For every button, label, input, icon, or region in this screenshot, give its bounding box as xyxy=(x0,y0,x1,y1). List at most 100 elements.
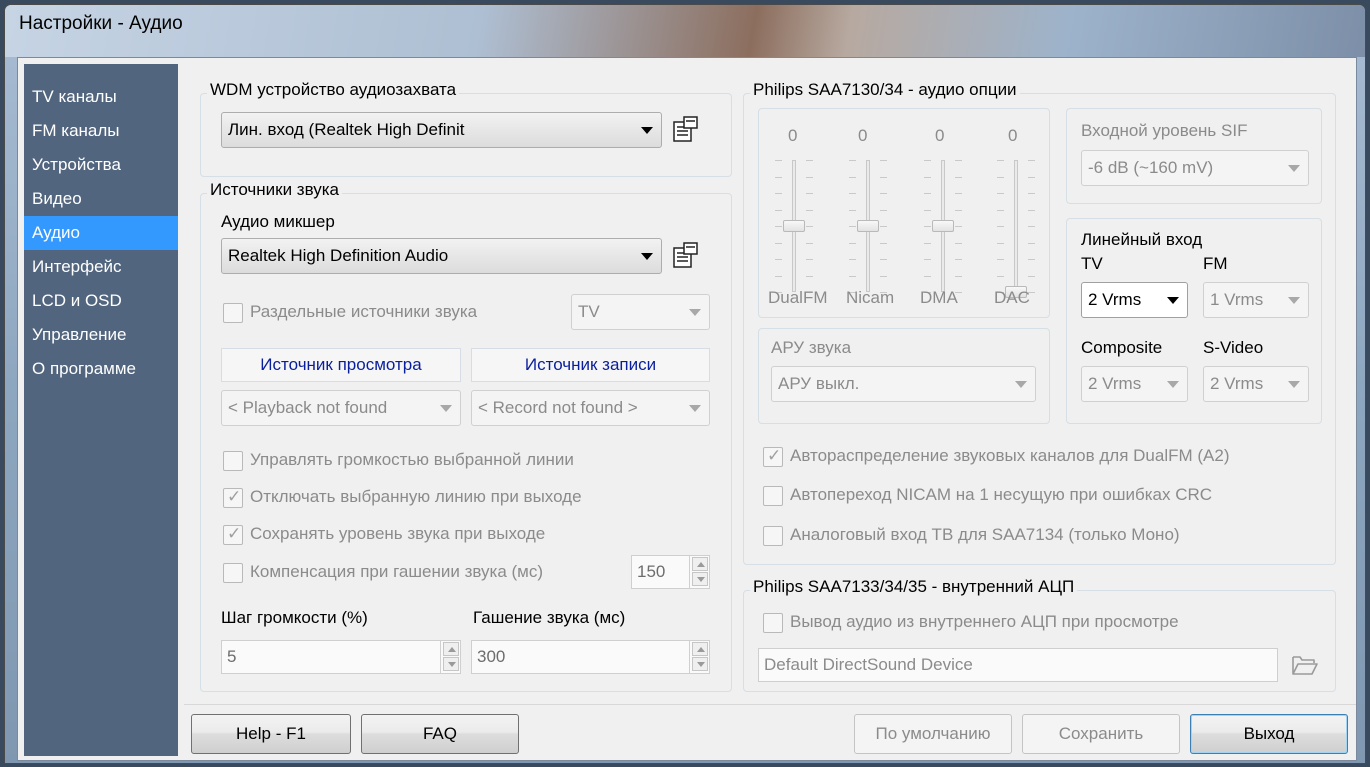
analog-tv-input-checkbox[interactable] xyxy=(763,526,783,546)
volume-step-value: 5 xyxy=(227,647,237,666)
record-source-select[interactable]: < Record not found > xyxy=(471,390,710,426)
slider-thumb[interactable] xyxy=(857,220,879,232)
slider-tick xyxy=(924,259,931,260)
title-bar[interactable]: Настройки - Аудио xyxy=(5,5,1365,57)
compensation-value: 150 xyxy=(637,562,666,581)
folder-open-icon[interactable] xyxy=(1290,650,1320,678)
faq-button[interactable]: FAQ xyxy=(361,714,519,754)
chevron-down-icon xyxy=(1288,165,1300,172)
slider-tick xyxy=(880,209,887,211)
slider-tick xyxy=(1028,176,1035,178)
properties-icon[interactable] xyxy=(671,114,701,144)
playback-source-select[interactable]: < Playback not found xyxy=(221,390,461,426)
agc-select[interactable]: АРУ выкл. xyxy=(771,366,1036,402)
nicam-auto-checkbox[interactable] xyxy=(763,486,783,506)
volume-step-spinbox[interactable]: 5 xyxy=(221,640,461,674)
slider-tick xyxy=(924,193,931,194)
slider-tick xyxy=(806,259,813,260)
control-volume-label: Управлять громкостью выбранной линии xyxy=(250,450,574,469)
sidebar-item-devices[interactable]: Устройства xyxy=(24,148,178,182)
slider-tick xyxy=(849,242,856,244)
audio-mixer-value: Realtek High Definition Audio xyxy=(228,246,449,265)
sidebar-item-lcd-osd[interactable]: LCD и OSD xyxy=(24,284,178,318)
properties-icon[interactable] xyxy=(671,240,701,270)
mute-line-on-exit-checkbox[interactable] xyxy=(223,487,243,508)
mute-duration-spinner[interactable] xyxy=(689,641,709,673)
client-area: TV каналы FM каналы Устройства Видео Ауд… xyxy=(17,57,1357,761)
slider-tick xyxy=(1028,193,1035,194)
mute-compensation-checkbox[interactable] xyxy=(223,563,243,583)
slider-tick xyxy=(1028,242,1035,244)
mute-duration-spinbox[interactable]: 300 xyxy=(471,640,710,674)
slider-tick xyxy=(775,259,782,260)
adc-output-checkbox[interactable] xyxy=(763,613,783,633)
save-button[interactable]: Сохранить xyxy=(1022,714,1180,754)
agc-value: АРУ выкл. xyxy=(778,374,860,393)
slider-tick xyxy=(997,259,1004,260)
slider-tick xyxy=(806,193,813,194)
chevron-down-icon xyxy=(1167,381,1179,388)
composite-label: Composite xyxy=(1081,338,1163,357)
defaults-button[interactable]: По умолчанию xyxy=(854,714,1012,754)
spin-down-icon[interactable] xyxy=(692,572,708,586)
slider-tick xyxy=(924,209,931,211)
wdm-device-select[interactable]: Лин. вход (Realtek High Definit xyxy=(221,112,662,148)
exit-button[interactable]: Выход xyxy=(1190,714,1348,754)
adc-output-label: Вывод аудио из внутреннего АЦП при просм… xyxy=(790,612,1179,631)
tv-label: TV xyxy=(1081,254,1103,273)
sif-level-select[interactable]: -6 dB (~160 mV) xyxy=(1081,150,1309,186)
slider-tick xyxy=(924,242,931,244)
separate-sources-select[interactable]: TV xyxy=(571,294,710,330)
slider-tick xyxy=(775,176,782,178)
separate-sources-checkbox[interactable] xyxy=(223,303,243,323)
slider-tick xyxy=(880,176,887,178)
slider-tick xyxy=(806,275,813,277)
slider-tick xyxy=(849,160,856,161)
sidebar-item-tv-channels[interactable]: TV каналы xyxy=(24,80,178,114)
save-level-on-exit-checkbox[interactable] xyxy=(223,524,243,545)
sidebar-item-control[interactable]: Управление xyxy=(24,318,178,352)
dualfm-value: 0 xyxy=(788,126,798,145)
slider-thumb[interactable] xyxy=(783,220,805,232)
bottom-bar xyxy=(184,704,1356,760)
spin-down-icon[interactable] xyxy=(692,657,708,671)
dac-slider[interactable] xyxy=(991,146,1041,306)
chevron-down-icon xyxy=(641,253,653,260)
composite-level-select[interactable]: 2 Vrms xyxy=(1081,366,1188,402)
slider-tick xyxy=(955,176,962,178)
mute-duration-value: 300 xyxy=(477,647,506,666)
spin-up-icon[interactable] xyxy=(692,642,708,656)
volume-step-spinner[interactable] xyxy=(440,641,460,673)
help-button[interactable]: Help - F1 xyxy=(191,714,351,754)
sound-sources-title: Источники звука xyxy=(207,180,343,200)
control-volume-checkbox[interactable] xyxy=(223,451,243,471)
sif-label: Входной уровень SIF xyxy=(1081,121,1248,140)
slider-tick xyxy=(924,275,931,277)
directsound-device-field[interactable]: Default DirectSound Device xyxy=(758,648,1278,682)
spin-up-icon[interactable] xyxy=(443,642,459,656)
audio-mixer-select[interactable]: Realtek High Definition Audio xyxy=(221,238,662,274)
tv-level-select[interactable]: 2 Vrms xyxy=(1081,282,1188,318)
svideo-level-select[interactable]: 2 Vrms xyxy=(1203,366,1309,402)
compensation-spinbox[interactable]: 150 xyxy=(631,555,710,589)
nicam-slider[interactable] xyxy=(843,146,893,306)
sidebar-item-about[interactable]: О программе xyxy=(24,352,178,386)
dualfm-slider[interactable] xyxy=(769,146,819,306)
sidebar-item-fm-channels[interactable]: FM каналы xyxy=(24,114,178,148)
slider-thumb[interactable] xyxy=(932,220,954,232)
wdm-group-title: WDM устройство аудиозахвата xyxy=(207,80,460,100)
dualfm-auto-checkbox[interactable] xyxy=(763,446,783,467)
mute-line-on-exit-label: Отключать выбранную линию при выходе xyxy=(250,487,582,506)
sidebar-item-video[interactable]: Видео xyxy=(24,182,178,216)
dualfm-auto-label: Автораспределение звуковых каналов для D… xyxy=(790,446,1230,465)
dma-slider[interactable] xyxy=(918,146,968,306)
sidebar-item-audio[interactable]: Аудио xyxy=(24,216,178,250)
spin-up-icon[interactable] xyxy=(692,557,708,571)
sidebar-item-interface[interactable]: Интерфейс xyxy=(24,250,178,284)
chevron-down-icon xyxy=(689,405,701,412)
fm-level-select[interactable]: 1 Vrms xyxy=(1203,282,1309,318)
playback-source-value: < Playback not found xyxy=(228,398,388,417)
slider-tick xyxy=(997,193,1004,194)
spin-down-icon[interactable] xyxy=(443,657,459,671)
compensation-spinner[interactable] xyxy=(689,556,709,588)
